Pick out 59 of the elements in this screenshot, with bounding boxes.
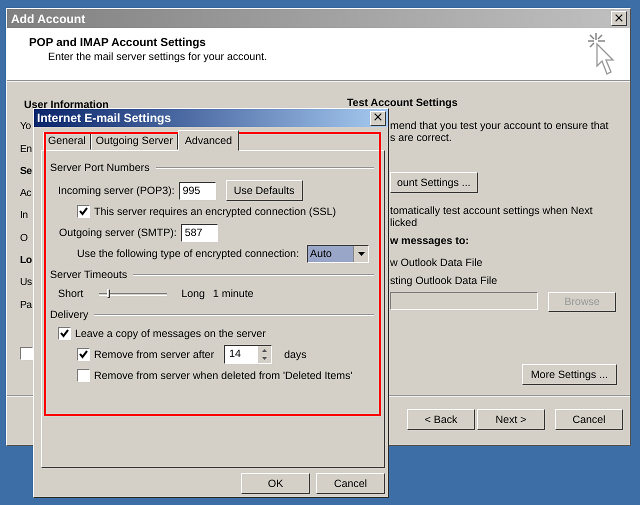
form-label: Outgoing server (SMTP): [59, 226, 177, 238]
form-label: Yo [20, 120, 31, 134]
dialog-button[interactable]: Cancel [316, 473, 385, 494]
slider-max-label: Long [181, 288, 205, 300]
use-defaults-button[interactable]: Use Defaults [226, 180, 303, 201]
encryption-dropdown[interactable]: Auto [307, 244, 370, 262]
checkbox[interactable] [58, 327, 71, 340]
description-text: mend that you test your account to ensure that s are correct. [390, 120, 608, 144]
dialog-title: Internet E-mail Settings [37, 111, 172, 125]
form-label: O [20, 232, 28, 246]
form-label: Pa [20, 298, 32, 313]
window-title: Add Account [11, 12, 86, 26]
close-button[interactable]: × [611, 11, 627, 26]
page-title: POP and IMAP Account Settings [29, 37, 207, 49]
file-path-field[interactable] [390, 292, 538, 310]
days-spinner[interactable]: 14 [224, 345, 272, 364]
group-heading: Server Timeouts [50, 268, 128, 280]
port-field[interactable]: 995 [178, 182, 216, 200]
group-heading: Server Port Numbers [50, 162, 150, 174]
wizard-button[interactable]: Cancel [555, 409, 623, 430]
checkbox-label: Remove from server when deleted from 'Deleted Items' [94, 370, 352, 382]
section-heading: Test Account Settings [347, 96, 458, 110]
spin-down-icon[interactable] [262, 357, 268, 360]
page-subtitle: Enter the mail server settings for your account. [47, 51, 268, 63]
checkbox[interactable] [77, 348, 90, 361]
form-label: Incoming server (POP3): [58, 184, 175, 196]
checkbox-label: Remove from server after [94, 348, 214, 360]
wizard-button[interactable]: < Back [407, 409, 475, 430]
form-label: Lo [20, 254, 32, 268]
dropdown-arrow-icon [358, 252, 365, 256]
timeout-reading: 1 minute [212, 288, 254, 300]
option-label[interactable]: sting Outlook Data File [390, 275, 498, 287]
close-button[interactable]: × [370, 110, 386, 126]
form-label: En [20, 142, 32, 157]
spin-up-icon[interactable] [262, 348, 268, 352]
auto-test-label: tomatically test account settings when Next licked [390, 205, 593, 229]
form-label: Ac [20, 187, 32, 202]
group-heading: Delivery [50, 308, 88, 320]
test-settings-button[interactable]: ount Settings ... [390, 172, 478, 193]
section-heading: w messages to: [390, 235, 469, 247]
form-label: In [20, 209, 28, 224]
form-label: Us [20, 276, 32, 290]
port-field[interactable]: 587 [180, 224, 218, 242]
form-label: Se [20, 164, 32, 179]
more-settings-button[interactable]: More Settings ... [522, 364, 617, 385]
dialog-button[interactable]: OK [241, 473, 310, 494]
checkbox[interactable] [77, 205, 90, 218]
wizard-button[interactable]: Next > [477, 409, 545, 430]
checkbox[interactable] [20, 346, 33, 360]
form-label: User Information [24, 98, 109, 113]
checkbox[interactable] [77, 369, 90, 382]
slider-min-label: Short [58, 288, 84, 300]
form-label: Use the following type of encrypted connection: [77, 248, 300, 260]
timeout-slider[interactable] [99, 286, 168, 300]
checkbox-label: This server requires an encrypted connection (SSL) [94, 206, 336, 218]
checkbox-label: Leave a copy of messages on the server [75, 328, 266, 340]
unit-label: days [284, 348, 306, 360]
tab[interactable]: Advanced [178, 130, 239, 151]
option-label[interactable]: w Outlook Data File [390, 257, 482, 269]
